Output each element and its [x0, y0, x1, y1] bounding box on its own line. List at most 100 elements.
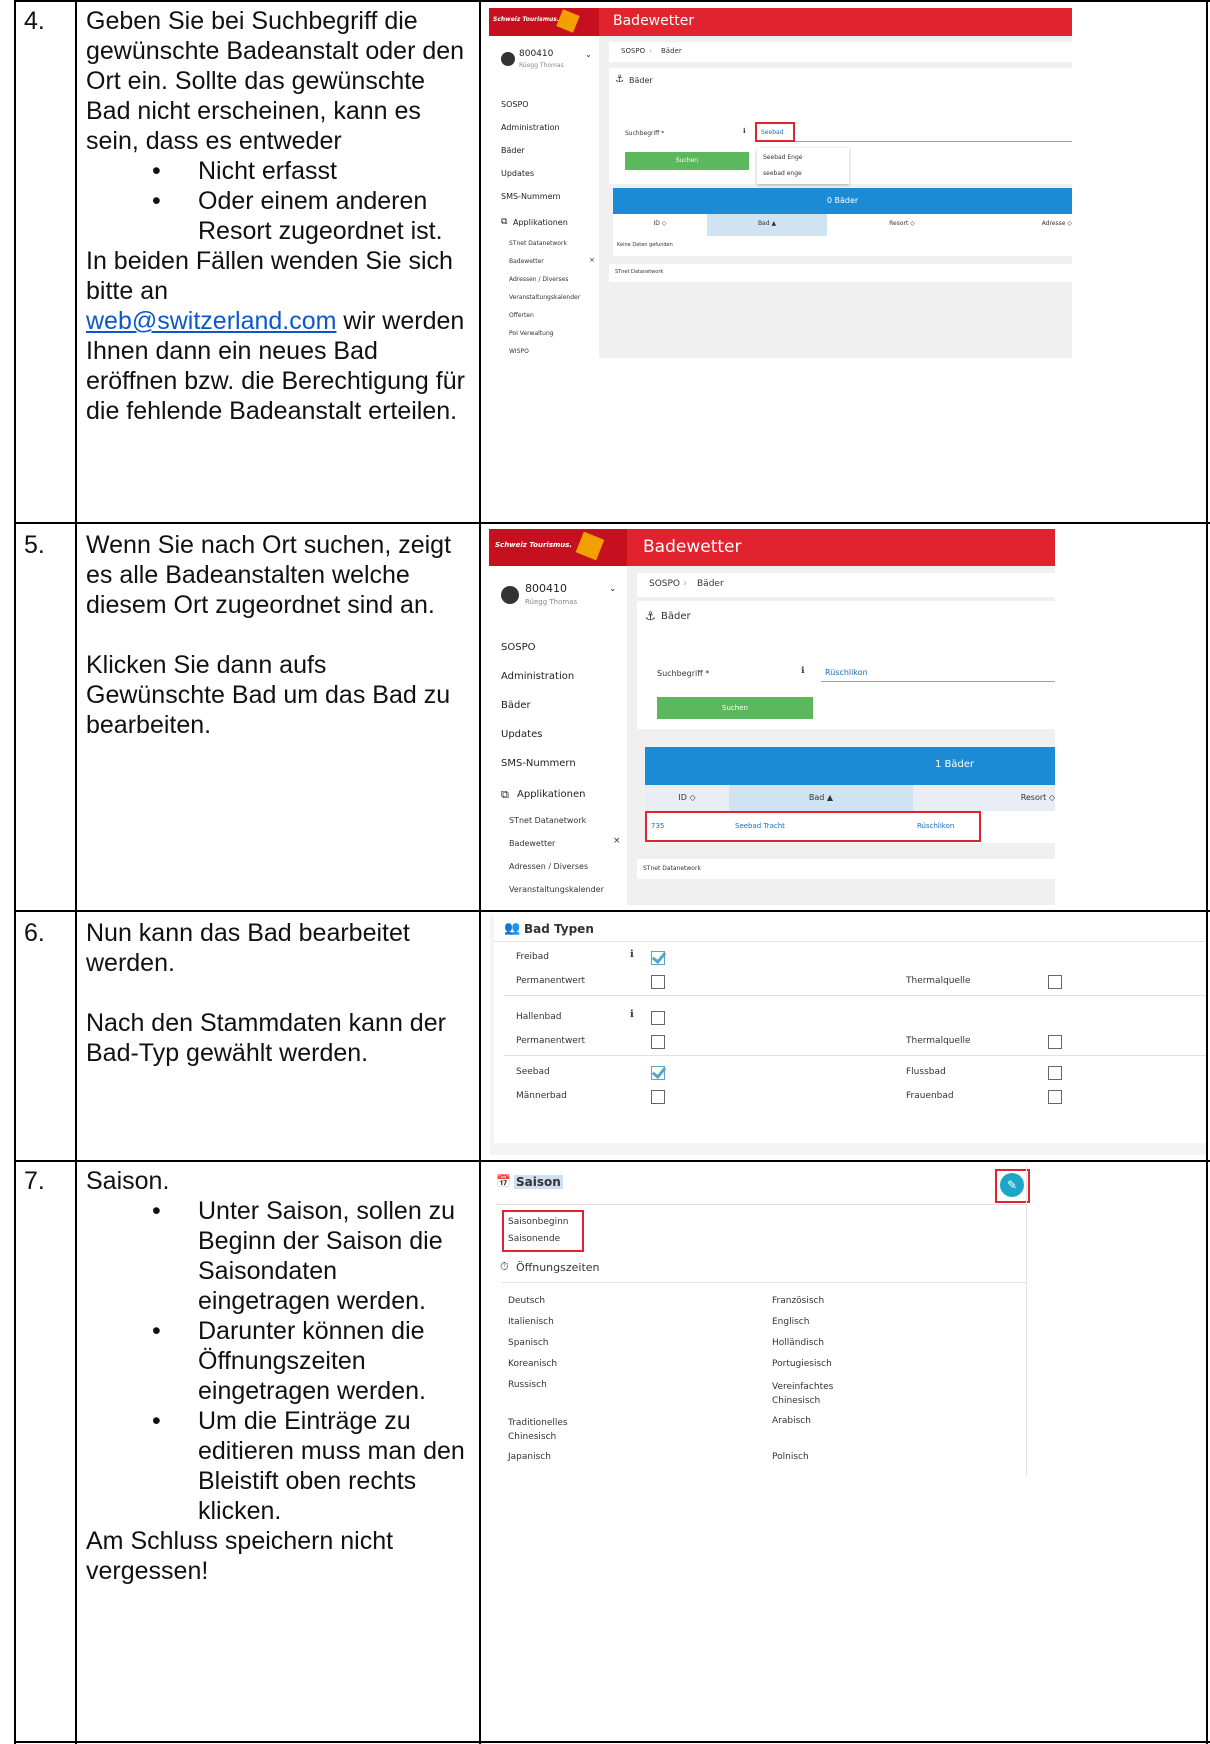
close-icon[interactable]: × — [589, 256, 595, 264]
step-number: 6. — [24, 919, 45, 947]
column-header-bad[interactable]: Bad ▲ — [707, 220, 827, 227]
sidebar-item-baeder[interactable]: Bäder — [501, 700, 531, 711]
lang-koreanisch[interactable]: Koreanisch — [508, 1359, 557, 1369]
app-link-stnet[interactable]: STnet Datanetwork — [509, 240, 567, 247]
sidebar-item-sospo[interactable]: SOSPO — [501, 642, 535, 653]
highlight-box — [502, 1210, 584, 1252]
sidebar-item-updates[interactable]: Updates — [501, 169, 534, 178]
section-title: Bäder — [661, 611, 691, 622]
app-link-stnet[interactable]: STnet Datanetwork — [509, 816, 586, 825]
app-link-offerten[interactable]: Offerten — [509, 312, 534, 319]
lang-spanisch[interactable]: Spanisch — [508, 1338, 549, 1348]
checkbox-seebad[interactable] — [651, 1066, 665, 1080]
checkbox-frauenbad[interactable] — [1048, 1090, 1062, 1104]
bullet-icon: • — [152, 1407, 161, 1435]
checkbox-thermalquelle[interactable] — [1048, 1035, 1062, 1049]
sidebar-item-updates[interactable]: Updates — [501, 729, 542, 740]
checkbox-hallenbad[interactable] — [651, 1011, 665, 1025]
checkbox-permanentwert[interactable] — [651, 1035, 665, 1049]
app-link-veranstaltung[interactable]: Veranstaltungskalender — [509, 885, 604, 894]
step-4-bullets: • Nicht erfasst • Oder einem anderen Resor… — [86, 156, 466, 246]
info-icon: ℹ — [630, 949, 634, 960]
checkbox-permanentwert[interactable] — [651, 975, 665, 989]
lang-italienisch[interactable]: Italienisch — [508, 1317, 554, 1327]
row-border-2 — [14, 910, 1210, 912]
step-5-p2: Klicken Sie dann aufs Gewünschte Bad um … — [86, 651, 451, 739]
app-link-badewetter[interactable]: Badewetter — [509, 258, 544, 265]
sidebar-item-sms[interactable]: SMS-Nummern — [501, 758, 576, 769]
lang-vereinfachtes-chinesisch[interactable]: Vereinfachtes Chinesisch — [772, 1380, 852, 1408]
sidebar-item-sms[interactable]: SMS-Nummern — [501, 192, 561, 201]
sidebar-item-administration[interactable]: Administration — [501, 123, 560, 132]
sidebar-item-administration[interactable]: Administration — [501, 671, 574, 682]
column-header-id[interactable]: ID ◇ — [613, 220, 707, 227]
apps-icon: ⧉ — [501, 788, 509, 801]
user-id: 800410 — [525, 582, 567, 595]
lang-traditionelles-chinesisch[interactable]: Traditionelles Chinesisch — [508, 1416, 598, 1444]
lang-franzoesisch[interactable]: Französisch — [772, 1296, 824, 1306]
anchor-icon: ⚓ — [645, 609, 656, 623]
step-4-outro: In beiden Fällen wenden Sie sich bitte a… — [86, 247, 465, 425]
panel-right-border — [1026, 1166, 1027, 1476]
logo-text: Schweiz Tourismus. — [493, 16, 560, 23]
suggestion-item[interactable]: seebad enge — [763, 170, 802, 177]
app-link-adressen[interactable]: Adressen / Diverses — [509, 862, 588, 871]
column-header-resort[interactable]: Resort ◇ — [913, 793, 1055, 802]
checkbox-freibad[interactable] — [651, 951, 665, 965]
label-freibad: Freibad — [516, 952, 550, 962]
app-link-adressen[interactable]: Adressen / Diverses — [509, 276, 568, 283]
lang-japanisch[interactable]: Japanisch — [508, 1452, 551, 1462]
lang-russisch[interactable]: Russisch — [508, 1380, 547, 1390]
search-button[interactable]: Suchen — [657, 697, 813, 719]
search-input[interactable]: Rüschlikon — [821, 663, 1055, 682]
app-link-badewetter[interactable]: Badewetter — [509, 839, 555, 848]
lang-arabisch[interactable]: Arabisch — [772, 1416, 811, 1426]
bad-typen-panel: 👥 Bad Typen Freibad ℹ Permanentwert Ther… — [494, 915, 1206, 1143]
table-border-top — [14, 0, 1210, 2]
sidebar-item-sospo[interactable]: SOSPO — [501, 100, 529, 109]
chevron-down-icon[interactable]: ⌄ — [585, 50, 592, 59]
bullet-item: • Oder einem anderen Resort zugeordnet is… — [152, 187, 443, 245]
table-divider-1 — [75, 0, 77, 1744]
app-link-veranstaltung[interactable]: Veranstaltungskalender — [509, 294, 580, 301]
step-4-intro: Geben Sie bei Suchbegriff die gewünschte… — [86, 7, 465, 155]
divider — [494, 941, 1206, 942]
breadcrumb-sospo[interactable]: SOSPO — [621, 47, 645, 55]
step-7-text: Saison. • Unter Saison, sollen zu Beginn … — [86, 1166, 466, 1586]
user-icon — [501, 52, 515, 66]
search-button[interactable]: Suchen — [625, 152, 749, 170]
chevron-down-icon[interactable]: ⌄ — [609, 584, 617, 594]
app-link-wispo[interactable]: WISPO — [509, 348, 529, 355]
lang-englisch[interactable]: Englisch — [772, 1317, 809, 1327]
lang-polnisch[interactable]: Polnisch — [772, 1452, 809, 1462]
lang-deutsch[interactable]: Deutsch — [508, 1296, 545, 1306]
breadcrumb-sospo[interactable]: SOSPO — [649, 579, 680, 589]
suggestion-dropdown: Seebad Enge seebad enge — [757, 148, 849, 184]
column-header-resort[interactable]: Resort ◇ — [827, 220, 977, 227]
checkbox-flussbad[interactable] — [1048, 1066, 1062, 1080]
breadcrumb-baeder: Bäder — [661, 47, 682, 55]
checkbox-thermalquelle[interactable] — [1048, 975, 1062, 989]
app-link-poi[interactable]: PoI Verwaltung — [509, 330, 554, 337]
column-header-adresse[interactable]: Adresse ◇ — [997, 220, 1072, 227]
column-header-id[interactable]: ID ◇ — [645, 793, 729, 802]
checkbox-maennerbad[interactable] — [651, 1090, 665, 1104]
lang-hollaendisch[interactable]: Holländisch — [772, 1338, 824, 1348]
lang-portugiesisch[interactable]: Portugiesisch — [772, 1359, 832, 1369]
sidebar: 800410 Rüegg Thomas ⌄ SOSPO Administrati… — [489, 566, 628, 905]
close-icon[interactable]: × — [613, 836, 621, 846]
search-panel: ⚓ Bäder Suchbegriff * ℹ Rüschlikon Suche… — [637, 601, 1055, 729]
divider — [496, 1204, 1026, 1205]
search-input[interactable]: Seebad — [757, 126, 1072, 142]
label-maennerbad: Männerbad — [516, 1091, 567, 1101]
email-link[interactable]: web@switzerland.com — [86, 307, 336, 335]
step-4-text: Geben Sie bei Suchbegriff die gewünschte… — [86, 6, 466, 426]
sidebar-item-baeder[interactable]: Bäder — [501, 146, 525, 155]
app-title: Badewetter — [613, 13, 695, 29]
breadcrumb-separator-icon: › — [649, 46, 653, 55]
column-header-bad[interactable]: Bad ▲ — [729, 793, 913, 802]
breadcrumb-baeder: Bäder — [697, 579, 724, 589]
label-hallenbad: Hallenbad — [516, 1012, 562, 1022]
step-5-text: Wenn Sie nach Ort suchen, zeigt es alle … — [86, 530, 466, 740]
suggestion-item[interactable]: Seebad Enge — [763, 154, 803, 161]
